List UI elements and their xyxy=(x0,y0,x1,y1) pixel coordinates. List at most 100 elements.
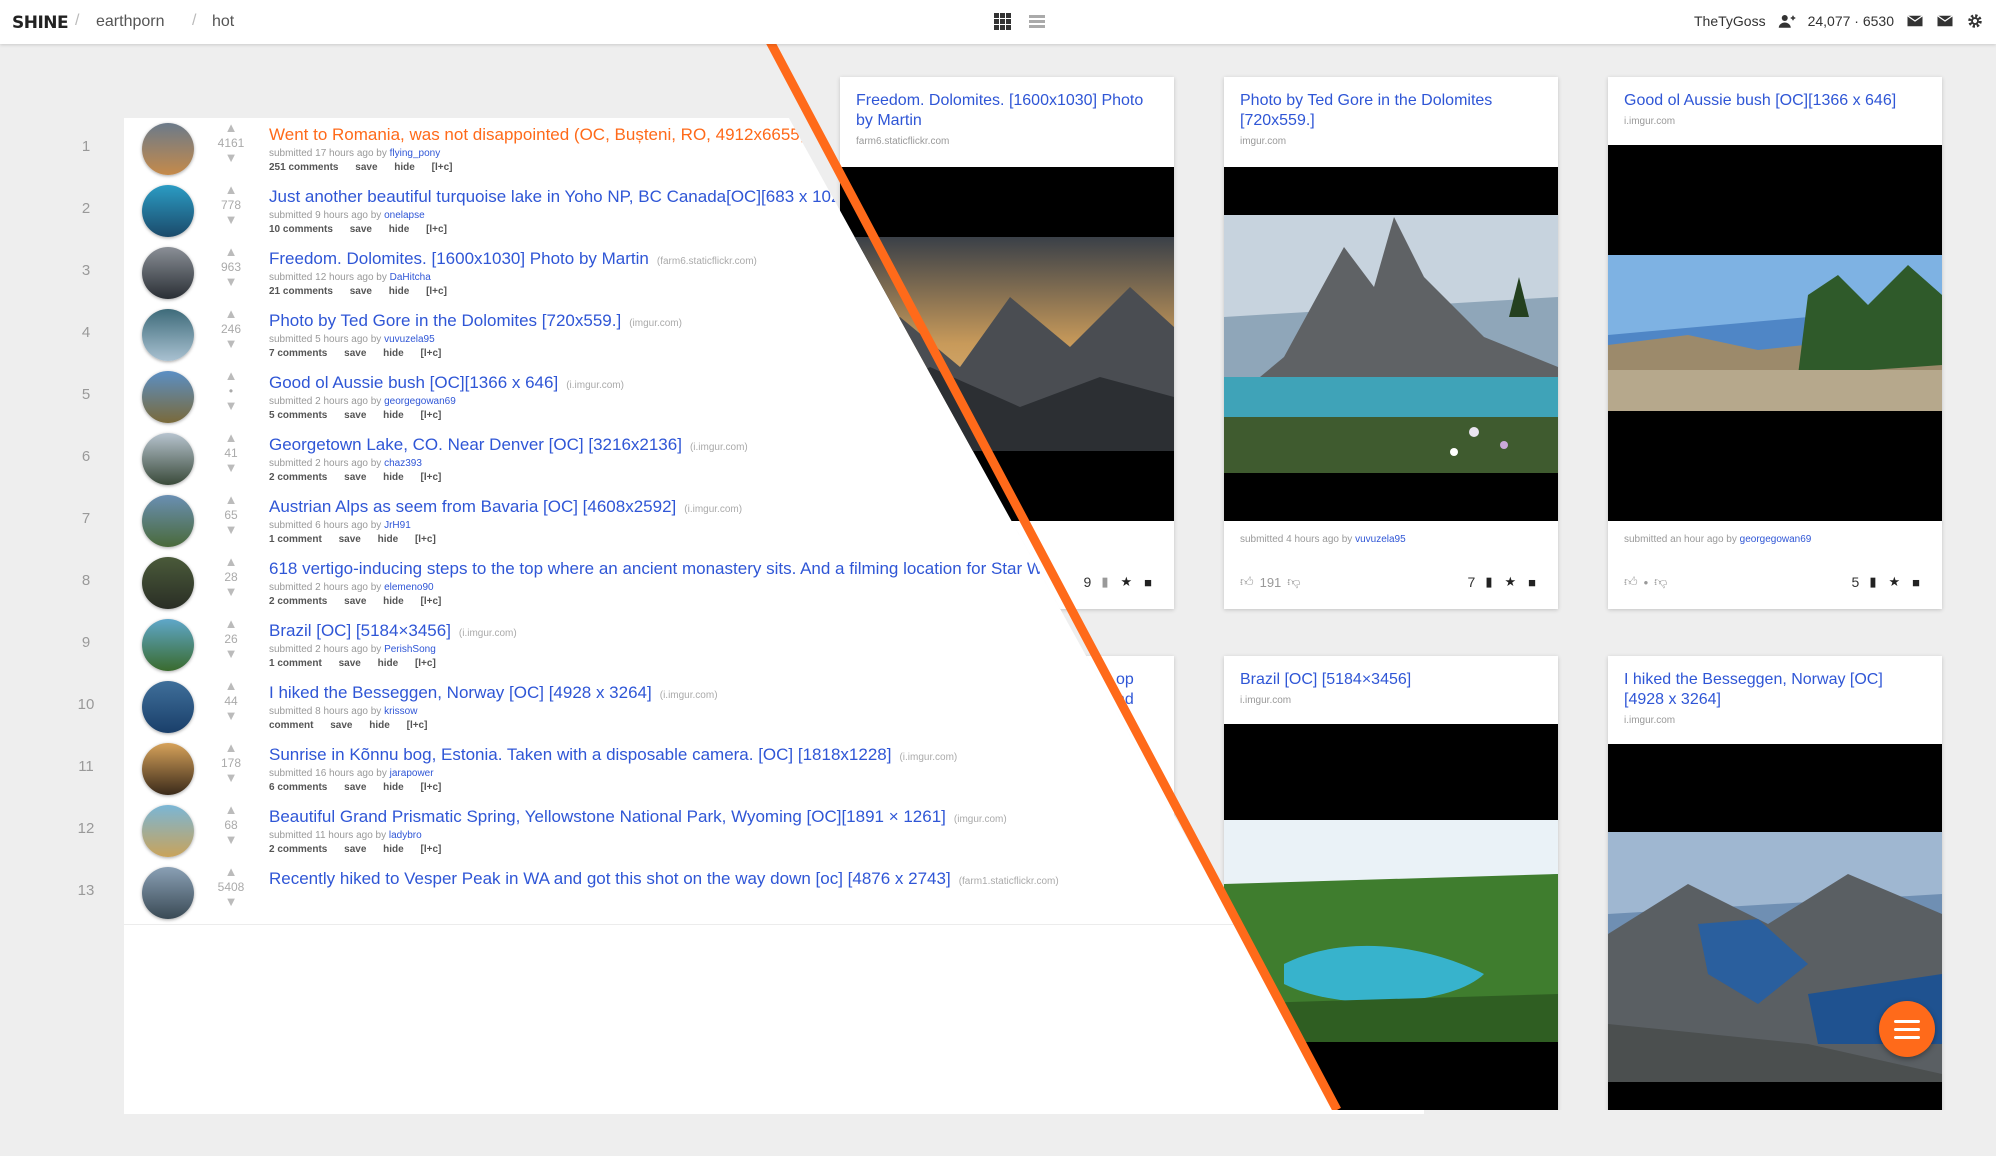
hide-link[interactable]: hide xyxy=(389,286,410,297)
rc-link[interactable]: [l+c] xyxy=(426,286,447,297)
thumb-down-icon[interactable]: ▼ xyxy=(214,212,248,228)
hide-link[interactable]: hide xyxy=(383,596,404,607)
post-title-text[interactable]: Austrian Alps as seem from Bavaria [OC] … xyxy=(269,497,676,516)
post-title[interactable]: Georgetown Lake, CO. Near Denver [OC] [3… xyxy=(269,435,748,455)
card-domain[interactable]: i.imgur.com xyxy=(1240,695,1291,706)
post-domain[interactable]: (i.imgur.com) xyxy=(459,628,517,639)
card-domain[interactable]: imgur.com xyxy=(1240,136,1286,147)
thumb-down-icon[interactable]: ▼ xyxy=(214,832,248,848)
card-domain[interactable]: i.imgur.com xyxy=(1624,715,1675,726)
comment-icon[interactable]: ▮ xyxy=(1869,574,1876,590)
post-title[interactable]: Photo by Ted Gore in the Dolomites [720x… xyxy=(269,311,682,331)
post-title[interactable]: 618 vertigo-inducing steps to the top wh… xyxy=(269,559,1090,579)
post-domain[interactable]: (farm1.staticflickr.com) xyxy=(959,876,1059,887)
card-author[interactable]: vuvuzela95 xyxy=(1355,534,1406,545)
comments-link[interactable]: 2 comments xyxy=(269,596,327,607)
hide-link[interactable]: hide xyxy=(378,658,399,669)
comments-link[interactable]: 6 comments xyxy=(269,782,327,793)
post-title-text[interactable]: Just another beautiful turquoise lake in… xyxy=(269,187,850,206)
thumb-up-icon[interactable]: ▲ xyxy=(214,306,248,322)
post-author[interactable]: onelapse xyxy=(384,210,425,221)
post-author[interactable]: JrH91 xyxy=(384,520,411,531)
mail-icon[interactable] xyxy=(1906,12,1924,30)
save-link[interactable]: save xyxy=(344,472,366,483)
thumb-up-icon[interactable]: ▲ xyxy=(214,616,248,632)
comments-link[interactable]: 2 comments xyxy=(269,844,327,855)
save-link[interactable]: save xyxy=(339,534,361,545)
hide-link[interactable]: hide xyxy=(383,410,404,421)
post-title-text[interactable]: Freedom. Dolomites. [1600x1030] Photo by… xyxy=(269,249,649,268)
post-domain[interactable]: (i.imgur.com) xyxy=(566,380,624,391)
post-card[interactable]: Good ol Aussie bush [OC][1366 x 646] i.i… xyxy=(1608,77,1942,609)
post-title[interactable]: Recently hiked to Vesper Peak in WA and … xyxy=(269,869,1059,889)
gear-icon[interactable] xyxy=(1966,12,1984,30)
thumb-down-icon[interactable]: ▼ xyxy=(214,584,248,600)
thumb-down-icon[interactable]: 👎︎ xyxy=(1654,574,1667,590)
post-domain[interactable]: (imgur.com) xyxy=(629,318,682,329)
comments-link[interactable]: 251 comments xyxy=(269,162,338,173)
post-domain[interactable]: (farm6.staticflickr.com) xyxy=(657,256,757,267)
post-author[interactable]: PerishSong xyxy=(384,644,436,655)
thumb-up-icon[interactable]: ▲ xyxy=(214,368,248,384)
rc-link[interactable]: [l+c] xyxy=(415,534,436,545)
rc-link[interactable]: [l+c] xyxy=(421,348,442,359)
thumb-up-icon[interactable]: ▲ xyxy=(214,864,248,880)
grid-view-icon[interactable] xyxy=(994,13,1011,30)
post-thumbnail[interactable] xyxy=(142,557,194,609)
thumb-down-icon[interactable]: ▼ xyxy=(214,522,248,538)
post-title-text[interactable]: Photo by Ted Gore in the Dolomites [720x… xyxy=(269,311,621,330)
hide-link[interactable]: hide xyxy=(383,782,404,793)
thumb-down-icon[interactable]: ▼ xyxy=(214,894,248,910)
post-author[interactable]: DaHitcha xyxy=(390,272,431,283)
post-thumbnail[interactable] xyxy=(142,185,194,237)
post-title[interactable]: Brazil [OC] [5184×3456] (i.imgur.com) xyxy=(269,621,517,641)
thumb-up-icon[interactable]: ▲ xyxy=(214,182,248,198)
comments-link[interactable]: 10 comments xyxy=(269,224,333,235)
thumb-up-icon[interactable]: ▲ xyxy=(214,492,248,508)
post-title[interactable]: I hiked the Besseggen, Norway [OC] [4928… xyxy=(269,683,718,703)
trash-icon[interactable]: ■ xyxy=(1144,575,1152,590)
comment-icon[interactable]: ▮ xyxy=(1485,574,1492,590)
card-author[interactable]: georgegowan69 xyxy=(1740,534,1812,545)
post-title[interactable]: Austrian Alps as seem from Bavaria [OC] … xyxy=(269,497,742,517)
card-title[interactable]: Good ol Aussie bush [OC][1366 x 646] xyxy=(1624,91,1924,111)
card-title[interactable]: Freedom. Dolomites. [1600x1030] Photo by… xyxy=(856,91,1156,131)
add-user-icon[interactable] xyxy=(1778,12,1796,30)
save-link[interactable]: save xyxy=(344,348,366,359)
trash-icon[interactable]: ■ xyxy=(1912,575,1920,590)
save-link[interactable]: save xyxy=(330,720,352,731)
star-icon[interactable]: ★ xyxy=(1120,574,1132,590)
post-author[interactable]: chaz393 xyxy=(384,458,422,469)
post-author[interactable]: flying_pony xyxy=(390,148,441,159)
post-title[interactable]: Sunrise in Kõnnu bog, Estonia. Taken wit… xyxy=(269,745,957,765)
comments-link[interactable]: 7 comments xyxy=(269,348,327,359)
save-link[interactable]: save xyxy=(339,658,361,669)
thumb-down-icon[interactable]: ▼ xyxy=(214,770,248,786)
comments-link[interactable]: 2 comments xyxy=(269,472,327,483)
trash-icon[interactable]: ■ xyxy=(1528,575,1536,590)
post-title-text[interactable]: 618 vertigo-inducing steps to the top wh… xyxy=(269,559,1082,578)
rc-link[interactable]: [l+c] xyxy=(421,596,442,607)
rc-link[interactable]: [l+c] xyxy=(421,782,442,793)
thumb-up-icon[interactable]: ▲ xyxy=(214,802,248,818)
post-title-text[interactable]: Went to Romania, was not disappointed (O… xyxy=(269,125,804,144)
thumb-down-icon[interactable]: 👎︎ xyxy=(1287,574,1300,590)
post-title-text[interactable]: Beautiful Grand Prismatic Spring, Yellow… xyxy=(269,807,946,826)
card-title[interactable]: Brazil [OC] [5184×3456] xyxy=(1240,670,1540,690)
post-card[interactable]: I hiked the Besseggen, Norway [OC] [4928… xyxy=(1608,656,1942,1110)
card-title-fragment[interactable]: op nd xyxy=(1116,670,1134,710)
thumb-up-icon[interactable]: ▲ xyxy=(214,554,248,570)
rc-link[interactable]: [l+c] xyxy=(421,844,442,855)
breadcrumb-sort[interactable]: hot xyxy=(212,13,234,31)
thumb-down-icon[interactable]: ▼ xyxy=(214,398,248,414)
thumb-down-icon[interactable]: ▼ xyxy=(214,336,248,352)
comments-link[interactable]: 5 comments xyxy=(269,410,327,421)
post-thumbnail[interactable] xyxy=(142,495,194,547)
post-domain[interactable]: (i.imgur.com) xyxy=(660,690,718,701)
post-title-text[interactable]: Sunrise in Kõnnu bog, Estonia. Taken wit… xyxy=(269,745,891,764)
thumb-down-icon[interactable]: ▼ xyxy=(214,150,248,166)
hide-link[interactable]: hide xyxy=(394,162,415,173)
thumb-down-icon[interactable]: ▼ xyxy=(214,460,248,476)
star-icon[interactable]: ★ xyxy=(1888,574,1900,590)
post-author[interactable]: vuvuzela95 xyxy=(384,334,435,345)
